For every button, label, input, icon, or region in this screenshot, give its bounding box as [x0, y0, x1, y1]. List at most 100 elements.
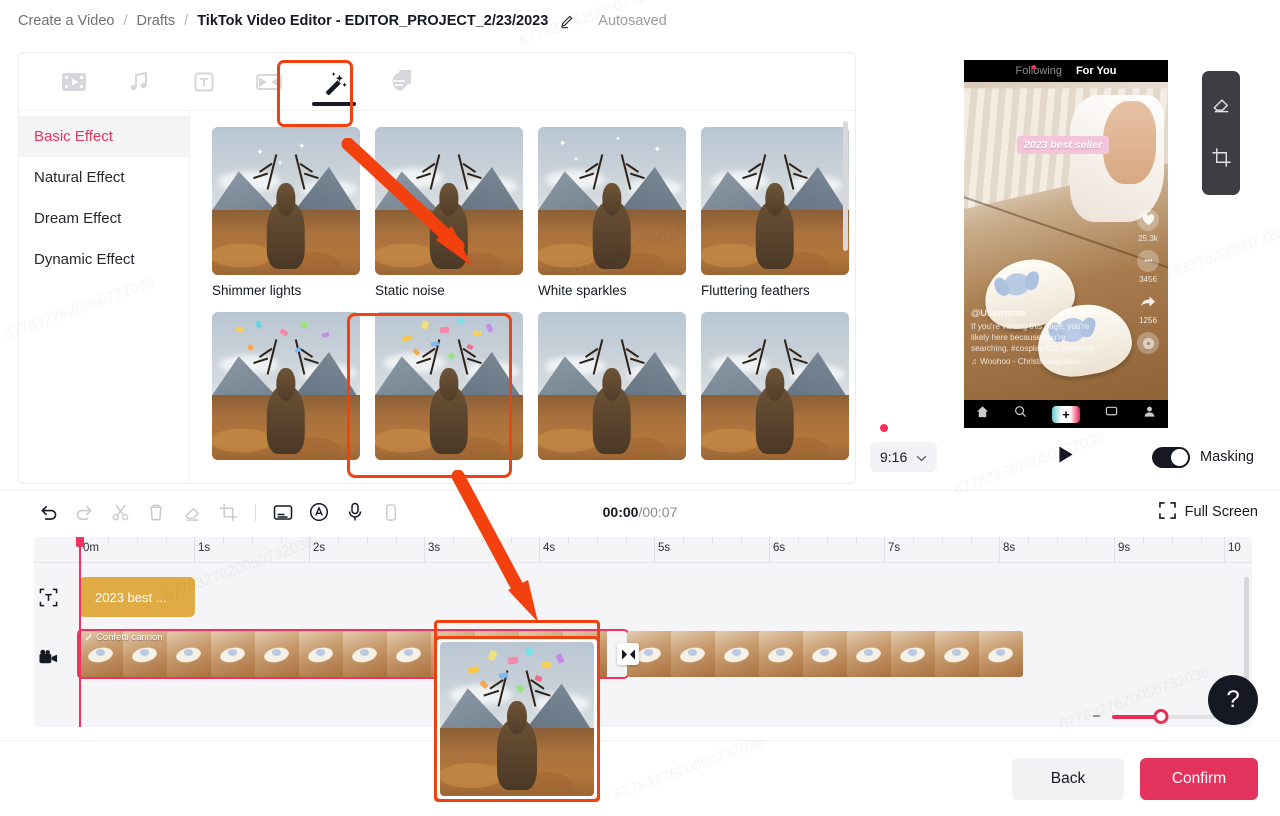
music-disc-icon: [1137, 332, 1159, 355]
effect-card-shimmer-lights[interactable]: ✦ ✦ ✦ Shimmer lights: [212, 127, 360, 298]
help-button[interactable]: ?: [1208, 675, 1258, 725]
play-button[interactable]: [1058, 445, 1075, 469]
category-basic-effect[interactable]: Basic Effect: [19, 116, 189, 157]
preview-panel: Following For You 2023 best seller 25.3k…: [870, 52, 1262, 484]
effects-panel: Basic Effect Natural Effect Dream Effect…: [18, 52, 856, 484]
effect-label: White sparkles: [538, 283, 627, 298]
phone-tab-for-you: For You: [1075, 65, 1117, 77]
ruler-label: 7s: [888, 542, 901, 554]
zoom-slider[interactable]: [1112, 708, 1220, 724]
trash-icon[interactable]: [138, 497, 174, 527]
breadcrumb-separator: /: [123, 13, 128, 29]
microphone-icon[interactable]: [337, 497, 373, 527]
effect-card-static-noise[interactable]: Static noise: [375, 127, 523, 298]
breadcrumb-drafts[interactable]: Drafts: [137, 13, 176, 29]
back-button[interactable]: Back: [1012, 757, 1124, 800]
confirm-button[interactable]: Confirm: [1140, 757, 1258, 800]
duplicate-icon[interactable]: [373, 497, 409, 527]
pencil-icon[interactable]: [559, 13, 575, 29]
effect-thumbnail: ✦ ✦ ✦: [212, 127, 360, 275]
effect-card-row2-4[interactable]: [701, 312, 849, 468]
effect-card-confetti-cannon[interactable]: [375, 312, 523, 468]
effect-label: Static noise: [375, 283, 445, 298]
effect-card-white-sparkles[interactable]: ✦ ✦ ✦ ✦ White sparkles: [538, 127, 686, 298]
magic-wand-icon: [84, 632, 93, 644]
breadcrumb: Create a Video / Drafts / TikTok Video E…: [0, 0, 1280, 42]
preview-frame-image: 2023 best seller 25.3k 3456 1256 @Userna…: [964, 82, 1168, 400]
breadcrumb-create-a-video[interactable]: Create a Video: [18, 13, 114, 29]
expand-icon: [1158, 501, 1176, 523]
auto-caption-icon[interactable]: [301, 497, 337, 527]
aspect-ratio-value: 9:16: [880, 449, 908, 465]
timeline-preview-popup: [434, 636, 600, 802]
page-title: TikTok Video Editor - EDITOR_PROJECT_2/2…: [197, 13, 549, 29]
tiktok-top-tabs: Following For You: [964, 60, 1168, 82]
full-screen-button[interactable]: Full Screen: [1158, 501, 1258, 523]
masking-label: Masking: [1200, 449, 1254, 465]
effect-badge[interactable]: Confetti cannon: [79, 631, 168, 644]
effect-card-row2-3[interactable]: [538, 312, 686, 468]
masking-toggle[interactable]: [1152, 446, 1190, 468]
eraser-icon[interactable]: [1211, 93, 1232, 119]
zoom-slider-knob[interactable]: [1153, 708, 1169, 724]
tab-transition[interactable]: [236, 56, 301, 108]
chevron-down-icon: [916, 449, 927, 465]
timeline-divider: [0, 490, 1280, 491]
ruler-label: 9s: [1118, 542, 1131, 554]
share-icon: [1137, 291, 1159, 313]
playhead[interactable]: [76, 537, 84, 727]
profile-icon: [1143, 405, 1156, 423]
text-overlay[interactable]: 2023 best seller: [1017, 136, 1110, 155]
ruler-label: 1s: [198, 542, 211, 554]
text-clip[interactable]: 2023 best ...: [79, 577, 195, 617]
undo-icon[interactable]: [30, 497, 66, 527]
effect-card-fluttering-feathers[interactable]: Fluttering feathers: [701, 127, 849, 298]
video-preview[interactable]: Following For You 2023 best seller 25.3k…: [964, 60, 1168, 428]
popup-frame-image: [440, 642, 594, 796]
category-dream-effect[interactable]: Dream Effect: [19, 198, 189, 239]
ruler-label: 4s: [543, 542, 556, 554]
editor-main-row: Basic Effect Natural Effect Dream Effect…: [18, 52, 1262, 484]
timeline-pane: 0m 1s 2s 3s 4s 5s 6s 7s 8s 9s 10 2023 be…: [34, 537, 1252, 727]
tab-media[interactable]: [41, 56, 106, 108]
category-natural-effect[interactable]: Natural Effect: [19, 157, 189, 198]
tiktok-action-rail: 25.3k 3456 1256: [1133, 209, 1163, 355]
ruler-label: 6s: [773, 542, 786, 554]
caption-icon[interactable]: [265, 497, 301, 527]
breadcrumb-separator: /: [184, 13, 189, 29]
effect-thumbnail: [701, 127, 849, 275]
zoom-out-button[interactable]: −: [1090, 708, 1103, 725]
music-title: Woohoo - ChristinaAguilera: [980, 357, 1081, 366]
timeline-ruler[interactable]: 0m 1s 2s 3s 4s 5s 6s 7s 8s 9s 10: [34, 537, 1252, 563]
crop-icon[interactable]: [1211, 147, 1232, 173]
ruler-label: 2s: [313, 542, 326, 554]
category-dynamic-effect[interactable]: Dynamic Effect: [19, 239, 189, 280]
video-clip-2[interactable]: [627, 631, 1023, 677]
effects-grid-area: ✦ ✦ ✦ Shimmer lights Static noise ✦ ✦ ✦ …: [190, 111, 855, 483]
search-icon: [1014, 405, 1027, 423]
tab-effects[interactable]: [301, 56, 366, 108]
current-time: 00:00: [602, 504, 639, 520]
comment-icon: [1137, 250, 1159, 273]
effect-label: Shimmer lights: [212, 283, 302, 298]
text-track-icon: [36, 585, 60, 609]
effect-card-row2-1[interactable]: [212, 312, 360, 468]
question-mark-icon: ?: [1226, 686, 1240, 713]
effects-scrollbar[interactable]: [843, 121, 848, 251]
toggle-knob: [1171, 448, 1188, 466]
eraser-icon[interactable]: [174, 497, 210, 527]
tab-sticker[interactable]: [366, 56, 431, 108]
tab-audio[interactable]: [106, 56, 171, 108]
aspect-ratio-selector[interactable]: 9:16: [870, 442, 938, 472]
transition-marker-icon[interactable]: [617, 643, 639, 665]
effects-grid: ✦ ✦ ✦ Shimmer lights Static noise ✦ ✦ ✦ …: [212, 127, 855, 468]
redo-icon[interactable]: [66, 497, 102, 527]
effect-thumbnail: ✦ ✦ ✦ ✦: [538, 127, 686, 275]
comment-count: 3456: [1139, 275, 1157, 285]
keyframe-dot-icon: [880, 424, 888, 432]
video-meta: @Username If you're visiting this page, …: [971, 308, 1097, 366]
scissors-icon[interactable]: [102, 497, 138, 527]
crop-icon[interactable]: [210, 497, 246, 527]
tab-text[interactable]: [171, 56, 236, 108]
effect-thumbnail: [375, 312, 523, 460]
